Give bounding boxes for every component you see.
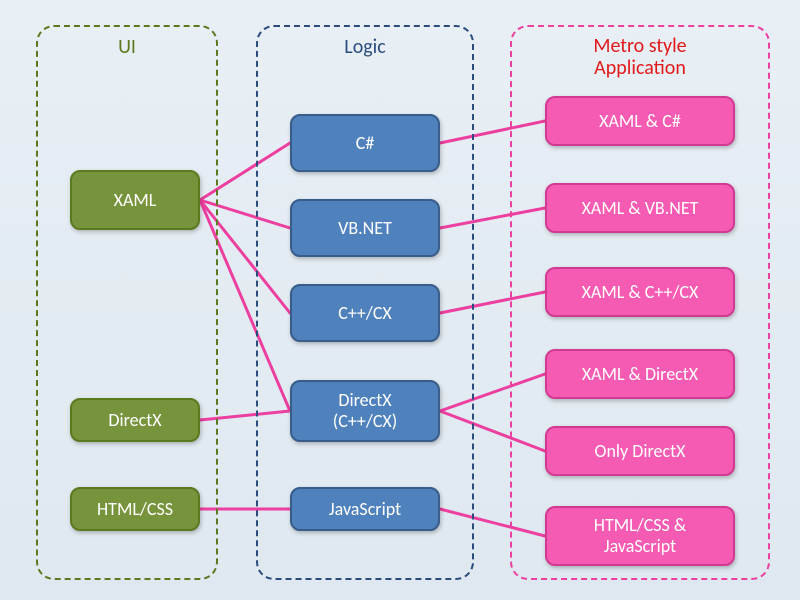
node-metro-xaml-csharp: XAML & C# bbox=[545, 96, 735, 146]
node-ui-xaml: XAML bbox=[70, 170, 200, 230]
node-logic-cppcx: C++/CX bbox=[290, 284, 440, 342]
node-ui-htmlcss: HTML/CSS bbox=[70, 487, 200, 531]
node-metro-xaml-directx: XAML & DirectX bbox=[545, 349, 735, 399]
node-metro-xaml-vbnet: XAML & VB.NET bbox=[545, 183, 735, 233]
diagram-canvas: UI Logic Metro style Application XAML Di… bbox=[0, 0, 800, 600]
node-logic-vbnet: VB.NET bbox=[290, 199, 440, 257]
node-logic-javascript: JavaScript bbox=[290, 487, 440, 531]
node-metro-htmlcss-js: HTML/CSS & JavaScript bbox=[545, 506, 735, 566]
column-logic-title: Logic bbox=[258, 35, 472, 59]
column-metro-title: Metro style Application bbox=[512, 35, 768, 79]
node-ui-directx: DirectX bbox=[70, 398, 200, 442]
node-metro-xaml-cppcx: XAML & C++/CX bbox=[545, 267, 735, 317]
column-ui-title: UI bbox=[38, 35, 216, 59]
node-logic-csharp: C# bbox=[290, 114, 440, 172]
node-metro-only-directx: Only DirectX bbox=[545, 426, 735, 476]
node-logic-directx: DirectX (C++/CX) bbox=[290, 380, 440, 442]
